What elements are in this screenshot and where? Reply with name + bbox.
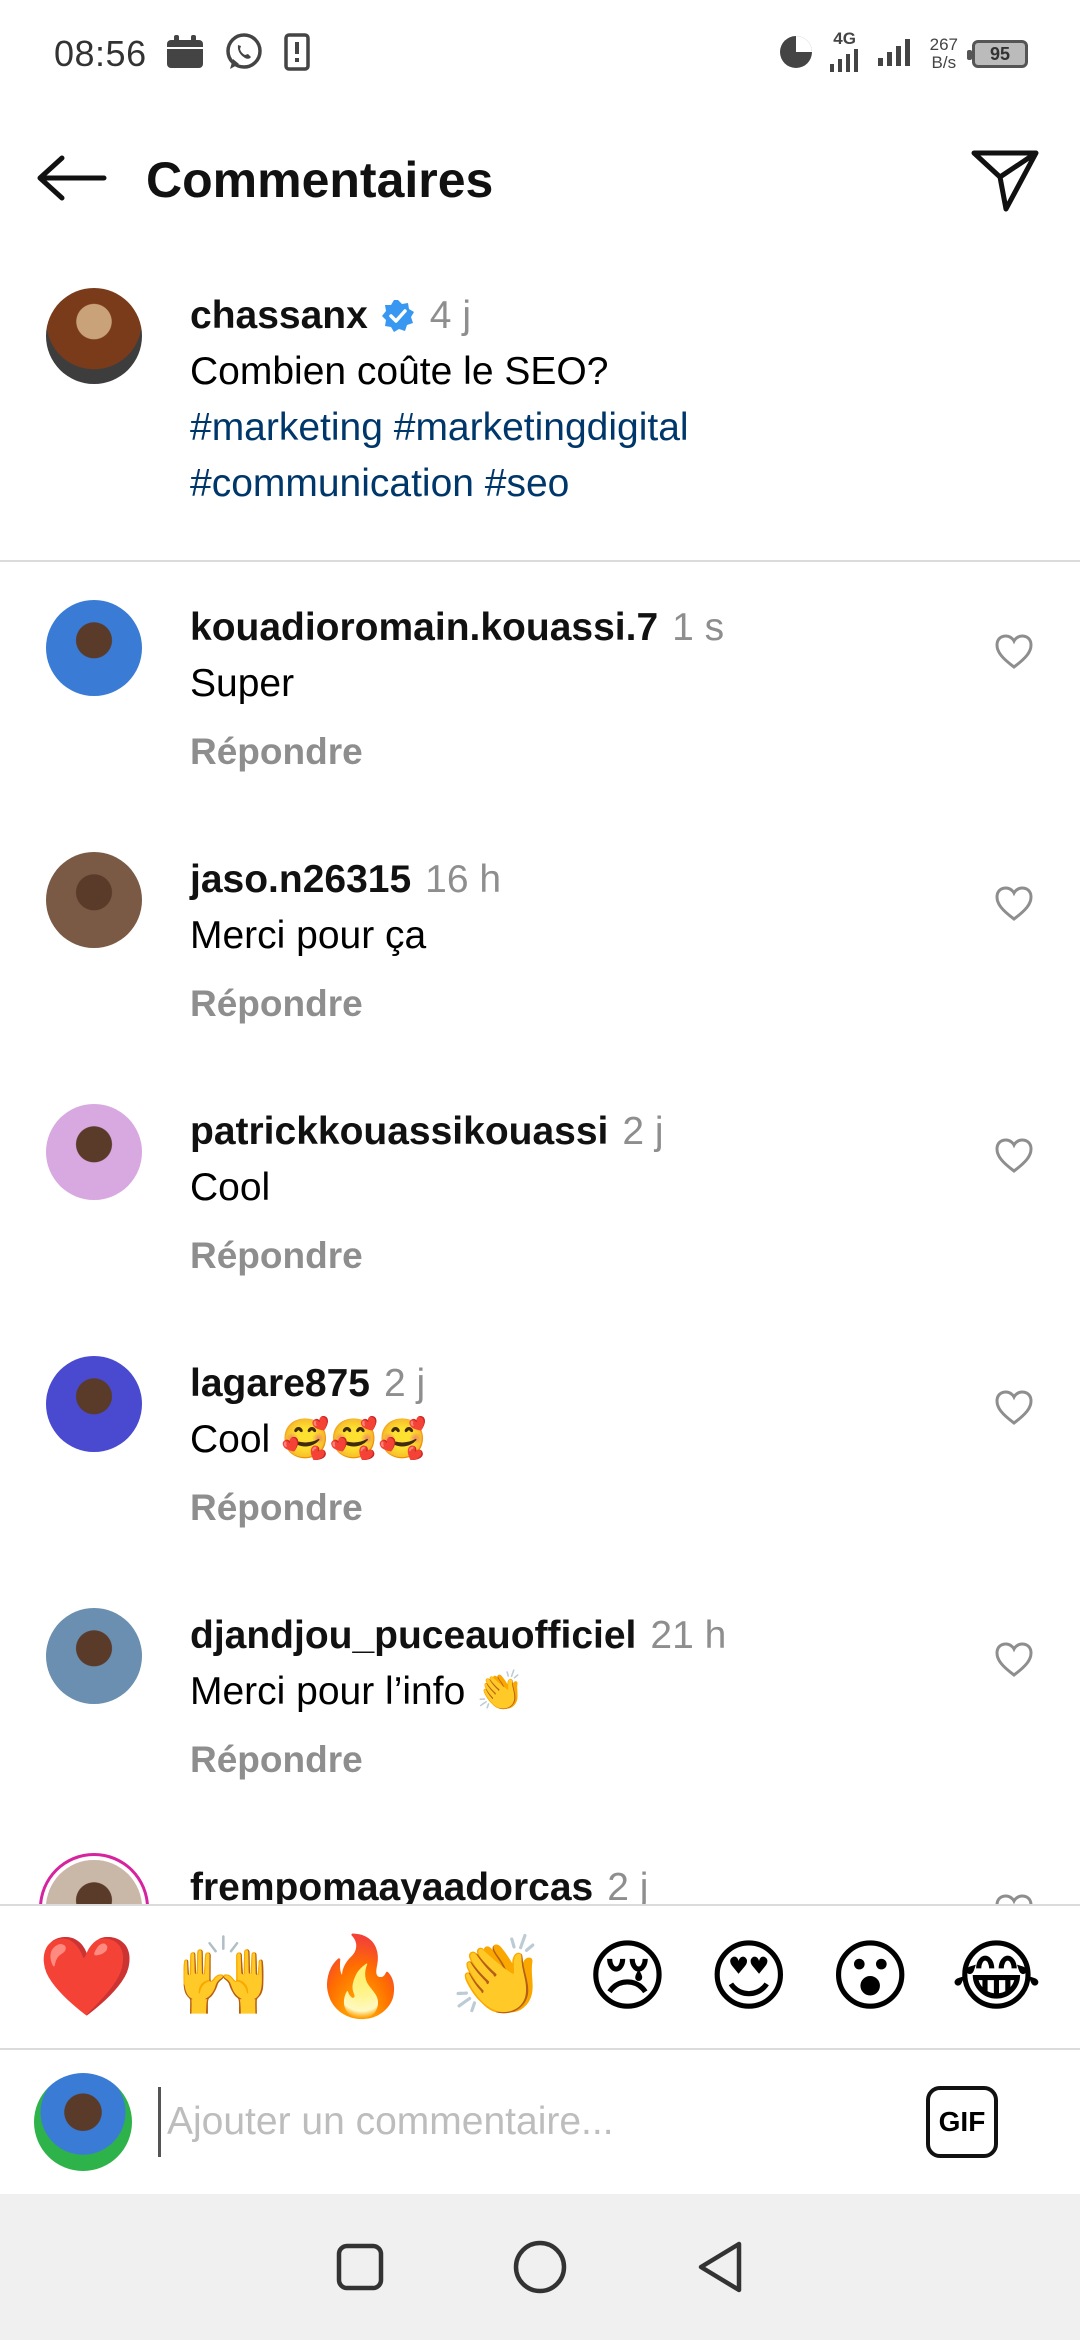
- comments-list: kouadioromain.kouassi.7 1 s Super Répondre j…: [0, 600, 1080, 1904]
- comment-time: 16 h: [425, 858, 502, 901]
- emoji-reaction-bar: ❤️ 🙌 🔥 👏 😢 😍 😮 😂: [0, 1904, 1080, 2050]
- comment-composer: GIF: [0, 2050, 1080, 2194]
- like-heart-icon[interactable]: [994, 1388, 1034, 1428]
- comment-text: Merci pour ça: [190, 914, 427, 957]
- caption-hashtags[interactable]: #marketing #marketingdigital: [190, 400, 689, 456]
- sim-card-icon: [283, 32, 311, 77]
- verified-badge-icon: [380, 294, 416, 332]
- emoji-reaction-7[interactable]: 😂: [951, 1938, 1042, 2016]
- battery-indicator: 95: [967, 40, 1028, 68]
- avatar[interactable]: [46, 600, 142, 696]
- like-heart-icon[interactable]: [994, 632, 1034, 672]
- gif-button[interactable]: GIF: [926, 2086, 998, 2158]
- comment-item: djandjou_puceauofficiel 21 h Merci pour l’…: [0, 1608, 1080, 1860]
- comment-text: Merci pour l’info 👏: [190, 1670, 525, 1713]
- calendar-icon: [165, 34, 205, 75]
- network-type: 4G: [828, 30, 862, 78]
- back-arrow-icon[interactable]: [36, 154, 108, 207]
- share-icon[interactable]: [966, 141, 1044, 219]
- like-heart-icon[interactable]: [994, 884, 1034, 924]
- status-time: 08:56: [54, 33, 147, 74]
- emoji-reaction-2[interactable]: 🔥: [312, 1938, 409, 2016]
- reply-button[interactable]: Répondre: [190, 724, 994, 780]
- comment-time: 2 j: [607, 1866, 649, 1904]
- page-title: Commentaires: [146, 152, 494, 208]
- emoji-reaction-4[interactable]: 😢: [587, 1938, 668, 2016]
- comment-item: patrickkouassikouassi 2 j Cool Répondre: [0, 1104, 1080, 1356]
- like-heart-icon[interactable]: [994, 1640, 1034, 1680]
- emoji-reaction-0[interactable]: ❤️: [38, 1938, 135, 2016]
- comment-text: Cool 🥰🥰🥰: [190, 1418, 427, 1461]
- avatar[interactable]: [46, 1860, 142, 1904]
- comment-username[interactable]: frempomaayaadorcas: [190, 1866, 593, 1904]
- recents-icon[interactable]: [330, 2237, 390, 2297]
- data-saver-icon: [778, 34, 814, 75]
- caption-hashtags[interactable]: #communication #seo: [190, 456, 689, 512]
- comment-time: 1 s: [672, 606, 725, 649]
- post-caption: chassanx 4 j Combien coûte le SEO? #marke…: [0, 288, 1080, 512]
- comment-item: frempomaayaadorcas 2 j: [0, 1860, 1080, 1904]
- comment-text: Super: [190, 662, 295, 705]
- home-icon[interactable]: [510, 2237, 570, 2297]
- comment-item: lagare875 2 j Cool 🥰🥰🥰 Répondre: [0, 1356, 1080, 1608]
- network-speed: 267 B/s: [929, 35, 958, 72]
- divider: [0, 560, 1080, 562]
- comment-time: 2 j: [622, 1110, 664, 1153]
- like-heart-icon[interactable]: [994, 1892, 1034, 1904]
- back-icon[interactable]: [690, 2237, 750, 2297]
- status-bar: 08:56 4G 267 B/s 95: [0, 0, 1080, 108]
- reply-button[interactable]: Répondre: [190, 1732, 994, 1788]
- header: Commentaires: [0, 108, 1080, 252]
- comment-text: Cool: [190, 1166, 271, 1209]
- avatar[interactable]: [46, 1104, 142, 1200]
- reply-button[interactable]: Répondre: [190, 1228, 994, 1284]
- comment-time: 2 j: [383, 1362, 426, 1405]
- avatar[interactable]: [46, 288, 142, 384]
- comment-input[interactable]: [158, 2087, 926, 2157]
- comment-username[interactable]: patrickkouassikouassi: [190, 1110, 608, 1153]
- like-heart-icon[interactable]: [994, 1136, 1034, 1176]
- avatar: [34, 2073, 132, 2171]
- emoji-reaction-6[interactable]: 😮: [829, 1938, 910, 2016]
- comment-item: jaso.n26315 16 h Merci pour ça Répondre: [0, 852, 1080, 1104]
- caption-username[interactable]: chassanx: [190, 294, 368, 337]
- whatsapp-icon: [223, 31, 265, 78]
- reply-button[interactable]: Répondre: [190, 976, 994, 1032]
- comment-username[interactable]: kouadioromain.kouassi.7: [190, 606, 658, 649]
- signal-icon: [876, 36, 916, 73]
- emoji-reaction-1[interactable]: 🙌: [175, 1938, 272, 2016]
- comment-username[interactable]: djandjou_puceauofficiel: [190, 1614, 636, 1657]
- emoji-reaction-5[interactable]: 😍: [708, 1938, 789, 2016]
- avatar[interactable]: [46, 852, 142, 948]
- system-nav-bar: [0, 2194, 1080, 2340]
- comment-username[interactable]: lagare875: [190, 1362, 370, 1405]
- avatar[interactable]: [46, 1356, 142, 1452]
- reply-button[interactable]: Répondre: [190, 1480, 994, 1536]
- caption-time: 4 j: [429, 294, 471, 337]
- comment-item: kouadioromain.kouassi.7 1 s Super Répondre: [0, 600, 1080, 852]
- comment-time: 21 h: [650, 1614, 727, 1657]
- comment-username[interactable]: jaso.n26315: [190, 858, 411, 901]
- caption-text: Combien coûte le SEO?: [190, 350, 609, 393]
- avatar[interactable]: [46, 1608, 142, 1704]
- emoji-reaction-3[interactable]: 👏: [450, 1938, 547, 2016]
